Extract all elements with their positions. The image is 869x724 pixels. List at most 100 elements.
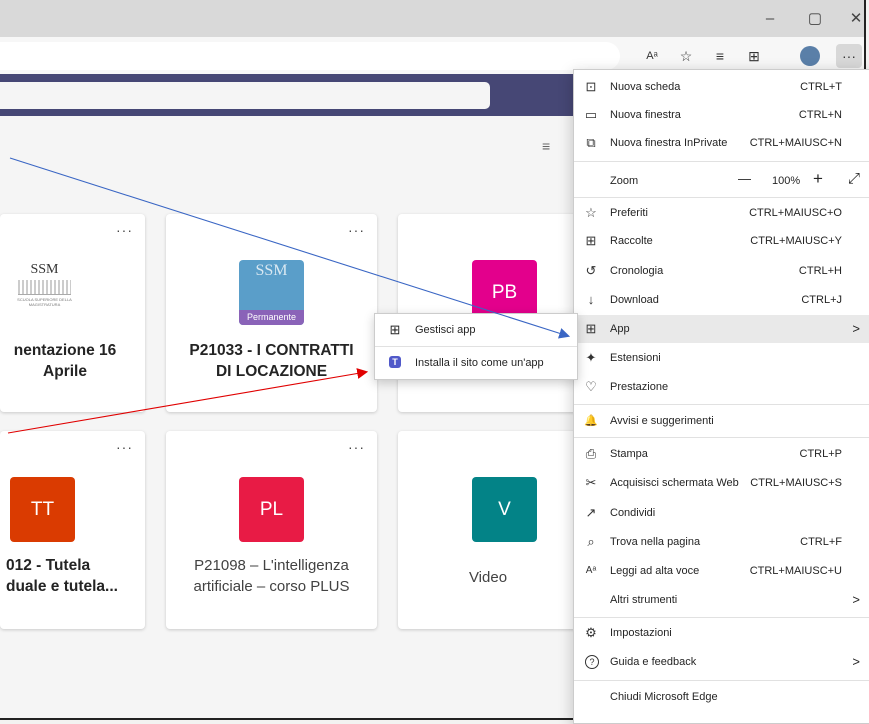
more-menu-button[interactable]: ···	[836, 44, 862, 68]
menu-shortcut: CTRL+MAIUSC+O	[749, 207, 842, 219]
apps-icon: ⊞	[585, 321, 597, 336]
menu-item-new-window[interactable]: ▭ Nuova finestra CTRL+N	[574, 101, 869, 129]
close-button[interactable]: ✕	[836, 8, 864, 30]
card-title: P21098 – L'intelligenza artificiale – cor…	[193, 557, 350, 595]
read-aloud-icon[interactable]: Aᵃ	[640, 44, 664, 68]
team-tile: SSM Permanente	[239, 260, 304, 325]
menu-item-performance[interactable]: ♡ Prestazione	[574, 373, 869, 401]
menu-shortcut: CTRL+T	[800, 81, 842, 93]
menu-item-close-edge[interactable]: Chiudi Microsoft Edge	[574, 683, 869, 711]
menu-label: Preferiti	[610, 207, 648, 219]
extensions-icon: ✦	[585, 350, 597, 365]
team-card[interactable]: ··· SSM SCUOLA SUPERIORE DELLA MAGISTRAT…	[0, 214, 145, 412]
team-tile: V	[472, 477, 537, 542]
share-icon: ↗	[585, 505, 597, 520]
card-more-icon[interactable]: ···	[348, 439, 365, 455]
card-title: 012 - Tutela duale e tutela...	[6, 557, 118, 595]
card-title: P21033 - I CONTRATTI DI LOCAZIONE	[189, 342, 354, 380]
profile-avatar[interactable]	[800, 46, 820, 66]
submenu-item-manage-apps[interactable]: ⊞ Gestisci app	[375, 315, 577, 345]
menu-label: Stampa	[610, 448, 648, 460]
menu-item-favorites[interactable]: ☆ Preferiti CTRL+MAIUSC+O	[574, 199, 869, 227]
card-more-icon[interactable]: ···	[348, 222, 365, 238]
menu-label: Raccolte	[610, 235, 653, 247]
read-aloud-icon: Aᵃ	[585, 565, 597, 576]
apps-submenu: ⊞ Gestisci app T Installa il sito come u…	[374, 313, 578, 380]
screenshot-icon: ✂	[585, 475, 597, 490]
zoom-out-button[interactable]: —	[738, 171, 751, 186]
filter-icon[interactable]: ≡	[542, 138, 550, 154]
menu-label: Impostazioni	[610, 627, 672, 639]
restore-button[interactable]: ▢	[795, 8, 835, 30]
team-card[interactable]: V Video	[398, 431, 578, 629]
menu-item-settings[interactable]: ⚙ Impostazioni	[574, 619, 869, 647]
menu-item-new-tab[interactable]: ⊡ Nuova scheda CTRL+T	[574, 73, 869, 101]
menu-label: Nuova finestra InPrivate	[610, 137, 728, 149]
menu-item-history[interactable]: ↺ Cronologia CTRL+H	[574, 257, 869, 285]
zoom-in-button[interactable]: +	[813, 169, 823, 189]
menu-item-download[interactable]: ↓ Download CTRL+J	[574, 286, 869, 314]
address-bar[interactable]	[0, 42, 620, 70]
menu-label: Prestazione	[610, 381, 669, 393]
history-icon: ↺	[585, 263, 597, 278]
menu-item-print[interactable]: ⎙ Stampa CTRL+P	[574, 440, 869, 468]
fullscreen-icon[interactable]: ⤢	[848, 170, 860, 187]
menu-item-apps[interactable]: ⊞ App >	[574, 315, 869, 343]
settings-icon: ⚙	[585, 625, 597, 640]
favorites-icon[interactable]: ≡	[708, 44, 732, 68]
menu-shortcut: CTRL+MAIUSC+S	[750, 477, 842, 489]
card-title: nentazione 16 Aprile	[13, 342, 117, 380]
menu-item-help[interactable]: ? Guida e feedback >	[574, 648, 869, 676]
menu-item-inprivate[interactable]: ⧉ Nuova finestra InPrivate CTRL+MAIUSC+N	[574, 129, 869, 157]
new-window-icon: ▭	[584, 107, 598, 122]
menu-item-screenshot[interactable]: ✂ Acquisisci schermata Web CTRL+MAIUSC+S	[574, 469, 869, 497]
card-title: Video	[468, 569, 508, 586]
menu-shortcut: CTRL+MAIUSC+U	[749, 565, 842, 577]
menu-item-collections[interactable]: ⊞ Raccolte CTRL+MAIUSC+Y	[574, 227, 869, 255]
menu-label: Download	[610, 294, 659, 306]
find-icon: ⌕	[587, 534, 595, 549]
favorite-star-icon[interactable]: ☆	[674, 44, 698, 68]
menu-shortcut: CTRL+MAIUSC+Y	[750, 235, 842, 247]
menu-label: Cronologia	[610, 265, 664, 277]
submenu-item-install-site[interactable]: T Installa il sito come un'app	[375, 348, 577, 378]
edge-settings-menu: ⊡ Nuova scheda CTRL+T ▭ Nuova finestra C…	[573, 69, 869, 724]
chevron-right-icon: >	[852, 321, 860, 336]
menu-item-find[interactable]: ⌕ Trova nella pagina CTRL+F	[574, 528, 869, 556]
title-bar: – ▢ ✕	[0, 0, 864, 37]
menu-item-more-tools[interactable]: Altri strumenti >	[574, 586, 869, 614]
card-more-icon[interactable]: ···	[116, 222, 133, 238]
menu-label: Estensioni	[610, 352, 661, 364]
menu-shortcut: CTRL+MAIUSC+N	[749, 137, 842, 149]
teams-icon: T	[389, 356, 401, 368]
collections-icon[interactable]: ⊞	[742, 44, 766, 68]
menu-item-extensions[interactable]: ✦ Estensioni	[574, 344, 869, 372]
team-card[interactable]: ··· SSM Permanente P21033 - I CONTRATTI D…	[166, 214, 377, 412]
team-tile: PL	[239, 477, 304, 542]
team-card[interactable]: ··· TT 012 - Tutela duale e tutela...	[0, 431, 145, 629]
menu-item-alerts[interactable]: 🔔 Avvisi e suggerimenti	[574, 407, 869, 435]
menu-label: Guida e feedback	[610, 656, 697, 668]
chevron-right-icon: >	[852, 654, 860, 669]
menu-label: Nuova finestra	[610, 109, 681, 121]
alerts-icon: 🔔	[584, 415, 598, 427]
menu-item-read-aloud[interactable]: Aᵃ Leggi ad alta voce CTRL+MAIUSC+U	[574, 557, 869, 585]
menu-label: App	[610, 323, 630, 335]
menu-label: Chiudi Microsoft Edge	[610, 691, 718, 703]
card-more-icon[interactable]: ···	[116, 439, 133, 455]
menu-shortcut: CTRL+N	[798, 109, 842, 121]
menu-item-zoom: Zoom — 100% + ⤢	[574, 165, 869, 195]
favorites-icon: ☆	[585, 205, 597, 220]
team-card[interactable]: ··· PL P21098 – L'intelligenza artificial…	[166, 431, 377, 629]
ssm-logo: SSM SCUOLA SUPERIORE DELLA MAGISTRATURA	[17, 262, 72, 307]
menu-shortcut: CTRL+F	[800, 536, 842, 548]
minimize-button[interactable]: –	[750, 8, 790, 30]
menu-label: Condividi	[610, 507, 656, 519]
menu-label: Altri strumenti	[610, 594, 678, 606]
print-icon: ⎙	[585, 446, 597, 461]
help-icon: ?	[585, 655, 599, 669]
search-input[interactable]	[0, 82, 490, 109]
menu-item-share[interactable]: ↗ Condividi	[574, 499, 869, 527]
menu-label: Zoom	[610, 175, 639, 187]
new-tab-icon: ⊡	[585, 79, 597, 94]
